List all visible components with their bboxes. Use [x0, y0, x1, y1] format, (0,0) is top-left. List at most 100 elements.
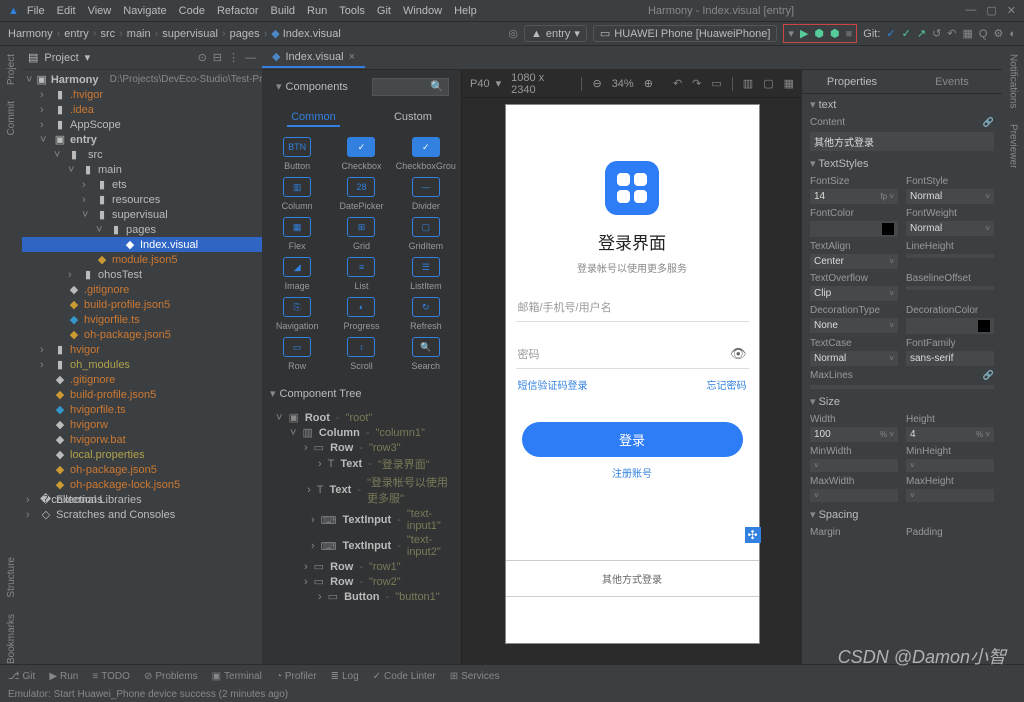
maxlines-input[interactable] [810, 385, 994, 389]
menu-refactor[interactable]: Refactor [217, 5, 259, 17]
eye-off-icon[interactable]: 👁 [730, 346, 747, 362]
search-icon[interactable]: Q [979, 28, 988, 40]
menu-window[interactable]: Window [403, 5, 442, 17]
comp-image[interactable]: ◢Image [266, 257, 328, 291]
link-icon[interactable]: 🔗 [983, 117, 994, 128]
comp-progress[interactable]: ◐Progress [330, 297, 392, 331]
layout-icon3[interactable]: ▦ [784, 77, 794, 90]
dectype-select[interactable]: None˅ [810, 318, 898, 333]
project-tree[interactable]: ˅▣Harmony D:\Projects\DevEco-Studio\Test… [22, 70, 262, 664]
group-size[interactable]: Size [802, 391, 1002, 412]
git-history-icon[interactable]: ↺ [932, 27, 941, 40]
menu-help[interactable]: Help [454, 5, 477, 17]
lineheight-input[interactable] [906, 254, 994, 258]
phone-preview[interactable]: 登录界面 登录帐号以使用更多服务 邮箱/手机号/用户名 密码👁 短信验证码登录忘… [505, 104, 760, 644]
width-input[interactable]: 100% ˅ [810, 427, 898, 442]
project-toggle-icon[interactable]: ▤ [28, 51, 38, 64]
run-config-dropdown[interactable]: ▲ entry ▾ [524, 25, 587, 42]
group-text[interactable]: text [802, 94, 1002, 115]
login-button[interactable]: 登录 [522, 422, 743, 457]
coverage-icon[interactable]: ⬢ [830, 27, 840, 40]
comp-listitem[interactable]: ☰ListItem [395, 257, 457, 291]
git-commit-icon[interactable]: ✓ [902, 27, 911, 40]
sb-codelinter[interactable]: ✓ Code Linter [373, 671, 436, 682]
overflow-select[interactable]: Clip˅ [810, 286, 898, 301]
sb-terminal[interactable]: ▣ Terminal [212, 671, 262, 682]
fontweight-select[interactable]: Normal˅ [906, 221, 994, 236]
comp-datepicker[interactable]: 28DatePicker [330, 177, 392, 211]
sb-problems[interactable]: ⊘ Problems [144, 671, 198, 682]
menu-build[interactable]: Build [271, 5, 295, 17]
side-project[interactable]: Project [6, 54, 17, 85]
main-menu[interactable]: File Edit View Navigate Code Refactor Bu… [27, 5, 477, 17]
side-structure[interactable]: Structure [6, 557, 17, 598]
target-icon[interactable]: ◎ [508, 27, 518, 40]
sb-profiler[interactable]: ◔ Profiler [276, 671, 317, 682]
crumb-3[interactable]: main [127, 28, 151, 40]
tab-events[interactable]: Events [902, 70, 1002, 93]
textcase-select[interactable]: Normal˅ [810, 351, 898, 366]
dropdown-icon[interactable]: ▾ [788, 27, 794, 40]
subtab-common[interactable]: Common [287, 109, 340, 127]
layout-icon1[interactable]: ▥ [743, 77, 753, 90]
baseline-input[interactable] [906, 286, 994, 290]
fontstyle-select[interactable]: Normal˅ [906, 189, 994, 204]
comp-griditem[interactable]: ▢GridItem [395, 217, 457, 251]
menu-file[interactable]: File [27, 5, 45, 17]
comp-list[interactable]: ≡List [330, 257, 392, 291]
fontsize-input[interactable]: 14fp ˅ [810, 189, 898, 204]
sms-login-link[interactable]: 短信验证码登录 [518, 377, 588, 392]
build-icon[interactable]: ▦ [963, 27, 973, 40]
tab-properties[interactable]: Properties [802, 70, 902, 93]
canvas-device[interactable]: P40 ▾ [470, 77, 501, 90]
group-spacing[interactable]: Spacing [802, 504, 1002, 525]
comp-checkbox[interactable]: ✓Checkbox [330, 137, 392, 171]
comp-checkboxgroup[interactable]: ✓CheckboxGrou [395, 137, 457, 171]
device-icon[interactable]: ▭ [711, 77, 721, 90]
input-password[interactable]: 密码👁 [516, 340, 749, 369]
settings-icon[interactable]: ⚙ [993, 27, 1003, 40]
ctree-row[interactable]: › T Text - "登录帐号以使用更多服" [266, 473, 457, 507]
crumb-4[interactable]: supervisual [162, 28, 218, 40]
minwidth-input[interactable]: ˅ [810, 459, 898, 472]
menu-tools[interactable]: Tools [339, 5, 365, 17]
comp-navigation[interactable]: ⎘Navigation [266, 297, 328, 331]
crumb-1[interactable]: entry [64, 28, 88, 40]
ctree-row[interactable]: › ⌨ TextInput - "text-input2" [266, 533, 457, 559]
sb-todo[interactable]: ≡ TODO [92, 671, 130, 682]
git-rollback-icon[interactable]: ↶ [947, 27, 956, 40]
fontfamily-input[interactable]: sans-serif [906, 351, 994, 366]
register-link[interactable]: 注册账号 [506, 465, 759, 480]
side-bookmarks[interactable]: Bookmarks [6, 614, 17, 664]
subtab-custom[interactable]: Custom [390, 109, 436, 127]
sb-git[interactable]: ⎇ Git [8, 671, 35, 682]
project-collapse-icon[interactable]: ⊟ [213, 51, 222, 64]
ctree-row[interactable]: ˅ ▥ Column - "column1" [266, 425, 457, 440]
crumb-file[interactable]: Index.visual [271, 27, 341, 40]
ctree-row[interactable]: › ▭ Button - "button1" [266, 589, 457, 604]
sb-log[interactable]: ≣ Log [331, 671, 359, 682]
git-update-icon[interactable]: ✓ [886, 27, 895, 40]
zoom-in-icon[interactable]: ⊕ [644, 77, 653, 90]
sb-run[interactable]: ▶ Run [49, 671, 78, 682]
ctree-row[interactable]: › ▭ Row - "row2" [266, 574, 457, 589]
minheight-input[interactable]: ˅ [906, 459, 994, 472]
side-notifications[interactable]: Notifications [1008, 54, 1019, 108]
component-tree-header[interactable]: Component Tree [262, 381, 461, 406]
project-settings-icon[interactable]: ⊙ [198, 51, 207, 64]
deccolor-input[interactable] [906, 318, 994, 334]
menu-run[interactable]: Run [307, 5, 327, 17]
height-input[interactable]: 4% ˅ [906, 427, 994, 442]
crumb-0[interactable]: Harmony [8, 28, 53, 40]
editor-tab[interactable]: ◆Index.visual× [262, 47, 365, 68]
ctree-row[interactable]: › ▭ Row - "row1" [266, 559, 457, 574]
comp-flex[interactable]: ▦Flex [266, 217, 328, 251]
crumb-2[interactable]: src [100, 28, 115, 40]
undo-icon[interactable]: ↶ [673, 77, 682, 90]
maximize-icon[interactable]: ▢ [986, 4, 996, 17]
ctree-row[interactable]: › T Text - "登录界面" [266, 455, 457, 473]
device-dropdown[interactable]: ▭ HUAWEI Phone [HuaweiPhone] [593, 25, 778, 42]
fontcolor-input[interactable] [810, 221, 898, 237]
menu-git[interactable]: Git [377, 5, 391, 17]
textalign-select[interactable]: Center˅ [810, 254, 898, 269]
